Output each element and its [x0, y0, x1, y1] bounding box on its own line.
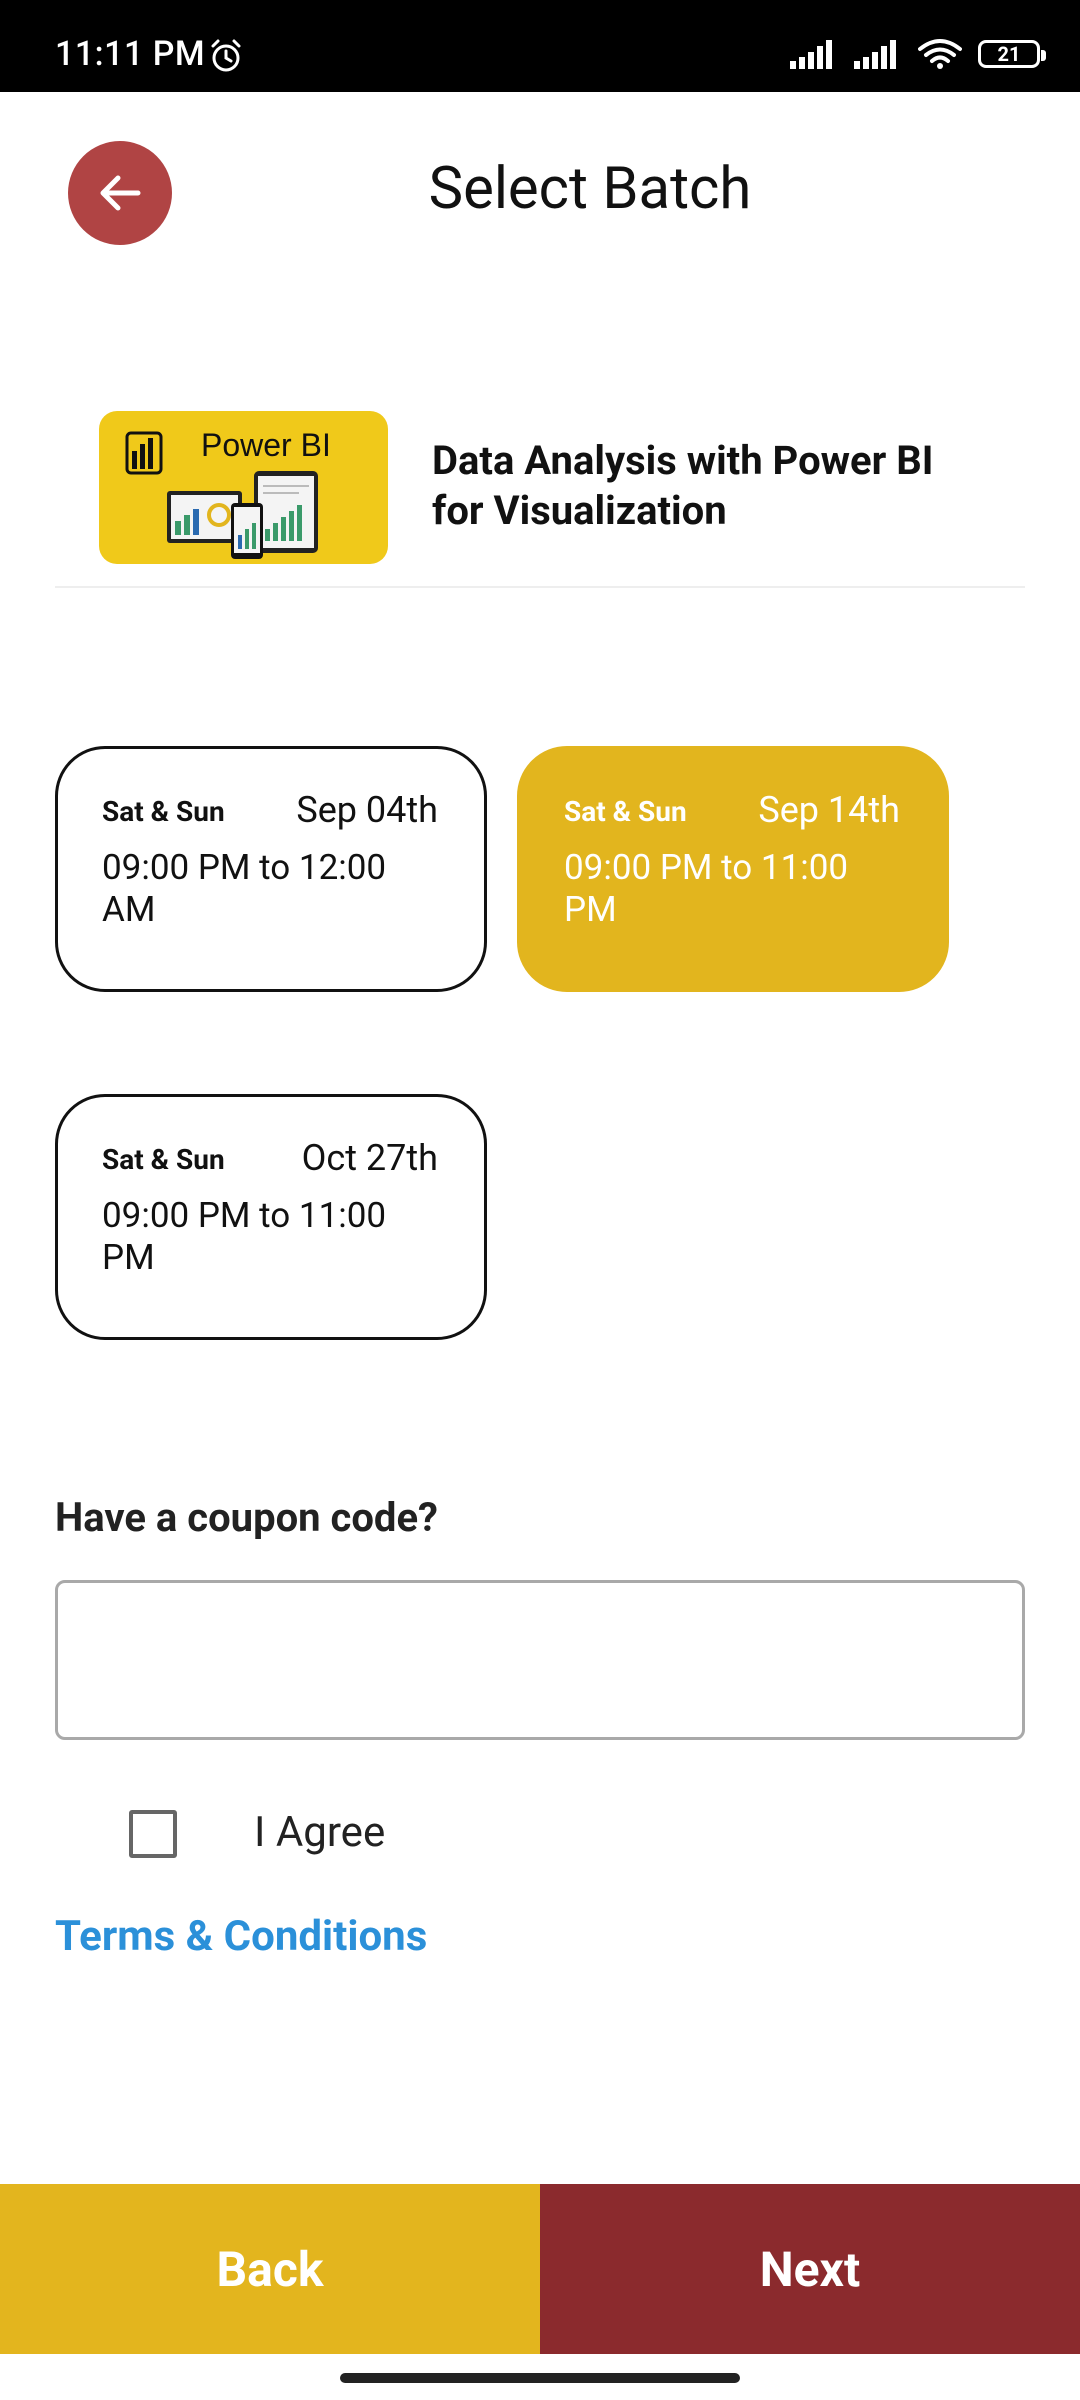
alarm-icon — [211, 39, 241, 72]
battery-level: 21 — [997, 42, 1021, 66]
batch-card[interactable]: Sat & Sun Oct 27th 09:00 PM to 11:00 PM — [55, 1094, 487, 1340]
terms-conditions-link[interactable]: Terms & Conditions — [55, 1912, 427, 1961]
signal-icon — [790, 40, 832, 69]
battery-icon: 21 — [978, 40, 1046, 68]
batch-time: 09:00 PM to 11:00 PM — [102, 1195, 387, 1278]
status-time: 11:11 PM — [55, 34, 206, 74]
course-thumbnail: Power BI — [99, 411, 388, 564]
next-button[interactable]: Next — [540, 2184, 1080, 2354]
power-bi-illustration: Power BI — [125, 427, 331, 559]
status-bar: 11:11 PM 21 — [0, 0, 1080, 92]
batch-card-selected[interactable]: Sat & Sun Sep 14th 09:00 PM to 11:00 PM — [517, 746, 949, 992]
power-bi-logo-icon — [125, 431, 163, 475]
course-image-label: Power BI — [201, 427, 331, 463]
wifi-icon — [918, 39, 962, 69]
back-button[interactable]: Back — [0, 2184, 540, 2354]
batch-time: 09:00 PM to 11:00 PM — [564, 847, 849, 930]
divider — [55, 586, 1025, 588]
batch-days: Sat & Sun — [564, 795, 687, 828]
course-title: Data Analysis with Power BI for Visualiz… — [432, 437, 934, 534]
signal-icon — [854, 40, 896, 69]
status-icons: 21 — [790, 38, 1046, 70]
batch-days: Sat & Sun — [102, 795, 225, 828]
coupon-label: Have a coupon code? — [55, 1494, 438, 1541]
batch-date: Sep 04th — [296, 789, 438, 831]
agree-label: I Agree — [254, 1808, 386, 1857]
batch-time: 09:00 PM to 12:00 AM — [102, 847, 387, 930]
coupon-input[interactable] — [55, 1580, 1025, 1740]
batch-date: Sep 14th — [758, 789, 900, 831]
agree-checkbox[interactable] — [129, 1810, 177, 1858]
batch-card[interactable]: Sat & Sun Sep 04th 09:00 PM to 12:00 AM — [55, 746, 487, 992]
home-indicator — [340, 2373, 740, 2383]
page-title: Select Batch — [428, 155, 752, 223]
batch-date: Oct 27th — [301, 1137, 438, 1179]
batch-days: Sat & Sun — [102, 1143, 225, 1176]
